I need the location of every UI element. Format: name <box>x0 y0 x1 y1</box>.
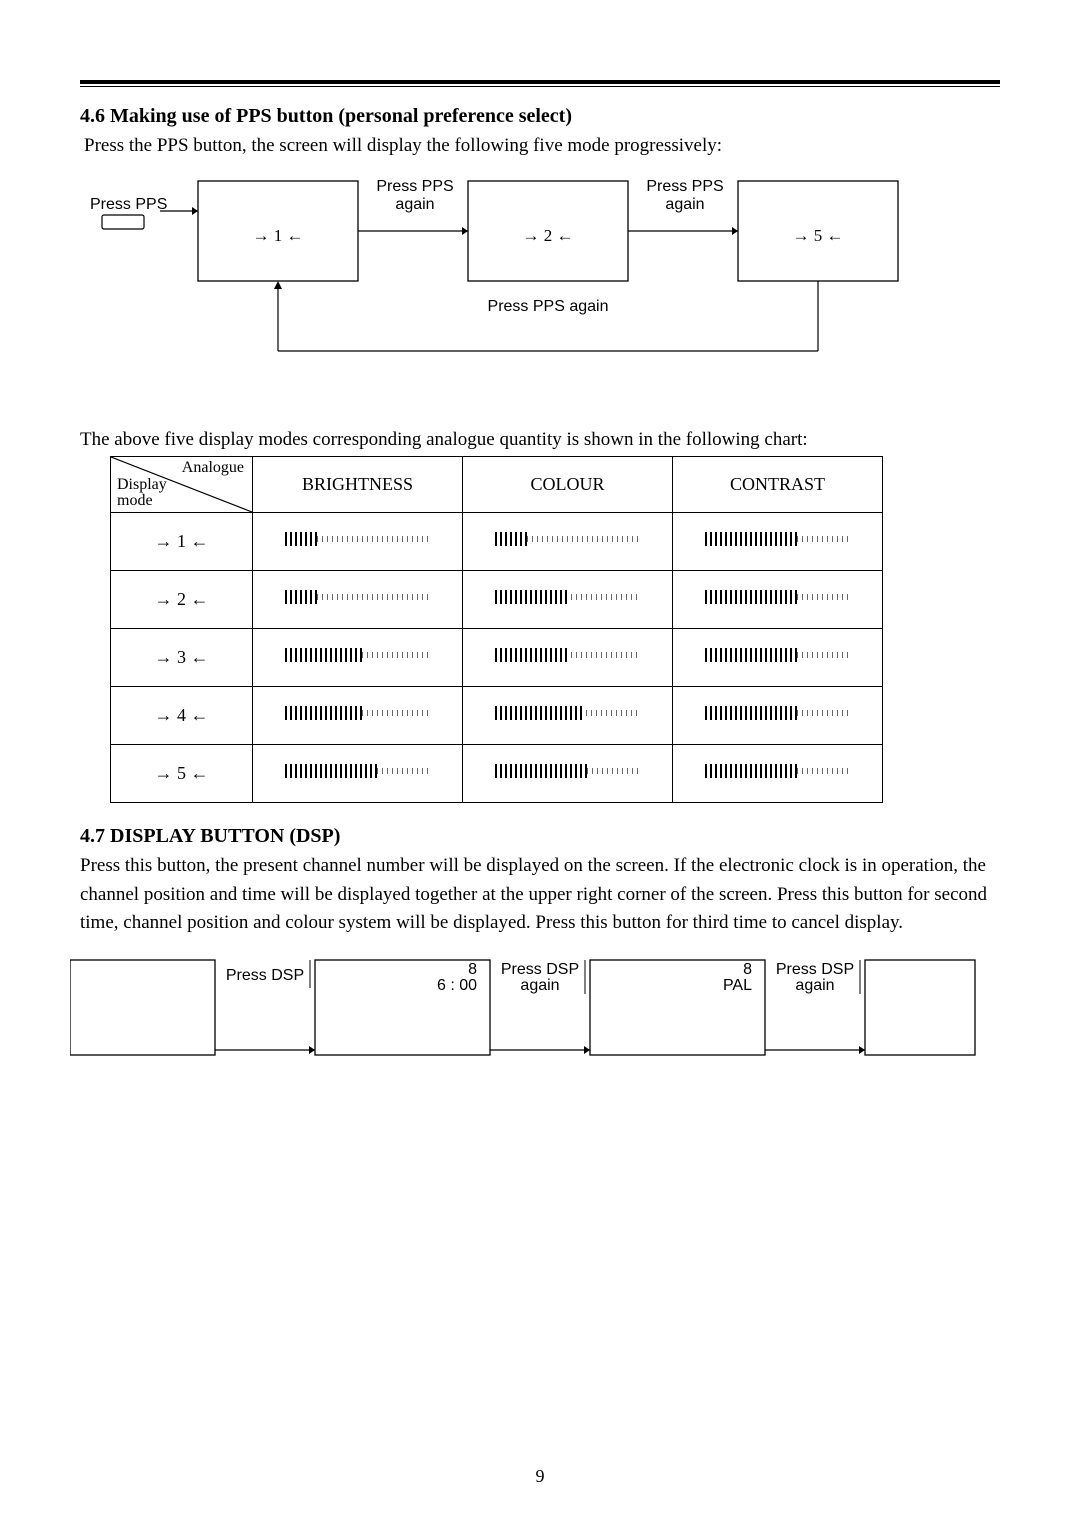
press-dsp-again-2: Press DSP <box>776 961 854 978</box>
press-pps-again-1: Press PPS <box>376 178 453 195</box>
mode-5-indicator: → 5 ← <box>793 226 844 245</box>
col-brightness: BRIGHTNESS <box>253 457 463 513</box>
arrow-head <box>274 281 282 289</box>
value-cell <box>463 687 673 745</box>
table-row: → 4 ← <box>111 687 883 745</box>
level-bar <box>493 762 643 780</box>
mode-cell: → 1 ← <box>111 513 253 571</box>
section-4-6-intro: Press the PPS button, the screen will di… <box>84 132 1000 161</box>
analogue-table: Analogue Display mode BRIGHTNESS COLOUR … <box>110 456 883 803</box>
value-cell <box>463 629 673 687</box>
level-bar <box>283 588 433 606</box>
diag-top-label: Analogue <box>182 459 244 477</box>
section-4-7-body: Press this button, the present channel n… <box>80 852 1000 938</box>
value-cell <box>253 513 463 571</box>
value-cell <box>253 745 463 803</box>
mode-cell: → 3 ← <box>111 629 253 687</box>
arrow-head <box>584 1046 590 1054</box>
pps-button-icon <box>102 215 144 229</box>
dsp-screen-1-ch: 8 <box>468 961 477 978</box>
level-bar <box>283 646 433 664</box>
arrow-head <box>192 207 198 215</box>
value-cell <box>463 513 673 571</box>
level-bar <box>493 704 643 722</box>
dsp-screen-3 <box>865 960 975 1055</box>
value-cell <box>463 745 673 803</box>
svg-text:again: again <box>665 196 704 213</box>
level-bar <box>703 762 853 780</box>
dsp-screen-1-time: 6 : 00 <box>437 977 477 994</box>
value-cell <box>673 629 883 687</box>
mode-2-indicator: → 2 ← <box>523 226 574 245</box>
mode-cell: → 4 ← <box>111 687 253 745</box>
level-bar <box>283 704 433 722</box>
value-cell <box>673 571 883 629</box>
level-bar <box>703 646 853 664</box>
svg-text:again: again <box>520 977 559 994</box>
level-bar <box>703 530 853 548</box>
level-bar <box>703 588 853 606</box>
level-bar <box>703 704 853 722</box>
value-cell <box>253 687 463 745</box>
svg-text:again: again <box>795 977 834 994</box>
pre-table-text: The above five display modes correspondi… <box>80 426 1000 455</box>
press-dsp-again-1: Press DSP <box>501 961 579 978</box>
table-diag-header: Analogue Display mode <box>111 457 253 513</box>
page-number: 9 <box>0 1466 1080 1487</box>
press-dsp-label: Press DSP <box>226 967 304 984</box>
level-bar <box>493 530 643 548</box>
dsp-screen-2 <box>590 960 765 1055</box>
table-row: → 2 ← <box>111 571 883 629</box>
level-bar <box>493 646 643 664</box>
dsp-flow-diagram: Press DSP 8 6 : 00 Press DSP again 8 PAL… <box>70 950 990 1090</box>
mode-cell: → 5 ← <box>111 745 253 803</box>
arrow-head <box>462 227 468 235</box>
arrow-head <box>859 1046 865 1054</box>
table-row: → 5 ← <box>111 745 883 803</box>
arrow-head <box>309 1046 315 1054</box>
value-cell <box>253 571 463 629</box>
svg-text:again: again <box>395 196 434 213</box>
diag-bottom-label-2: mode <box>117 492 153 510</box>
press-pps-again-2: Press PPS <box>646 178 723 195</box>
dsp-screen-0 <box>70 960 215 1055</box>
arrow-head <box>732 227 738 235</box>
level-bar <box>283 762 433 780</box>
col-contrast: CONTRAST <box>673 457 883 513</box>
press-pps-again-loop: Press PPS again <box>488 298 609 315</box>
dsp-screen-1 <box>315 960 490 1055</box>
pps-flow-diagram: Press PPS → 1 ← Press PPS again → 2 ← Pr… <box>60 171 980 391</box>
value-cell <box>463 571 673 629</box>
mode-cell: → 2 ← <box>111 571 253 629</box>
level-bar <box>283 530 433 548</box>
table-row: → 3 ← <box>111 629 883 687</box>
value-cell <box>673 745 883 803</box>
col-colour: COLOUR <box>463 457 673 513</box>
level-bar <box>493 588 643 606</box>
dsp-screen-2-ch: 8 <box>743 961 752 978</box>
section-4-6-title: 4.6 Making use of PPS button (personal p… <box>80 105 1000 128</box>
press-pps-label: Press PPS <box>90 196 167 213</box>
dsp-screen-2-sys: PAL <box>723 977 752 994</box>
section-4-7-title: 4.7 DISPLAY BUTTON (DSP) <box>80 825 1000 848</box>
mode-1-indicator: → 1 ← <box>253 226 304 245</box>
value-cell <box>253 629 463 687</box>
double-rule <box>80 80 1000 87</box>
value-cell <box>673 687 883 745</box>
table-row: → 1 ← <box>111 513 883 571</box>
value-cell <box>673 513 883 571</box>
